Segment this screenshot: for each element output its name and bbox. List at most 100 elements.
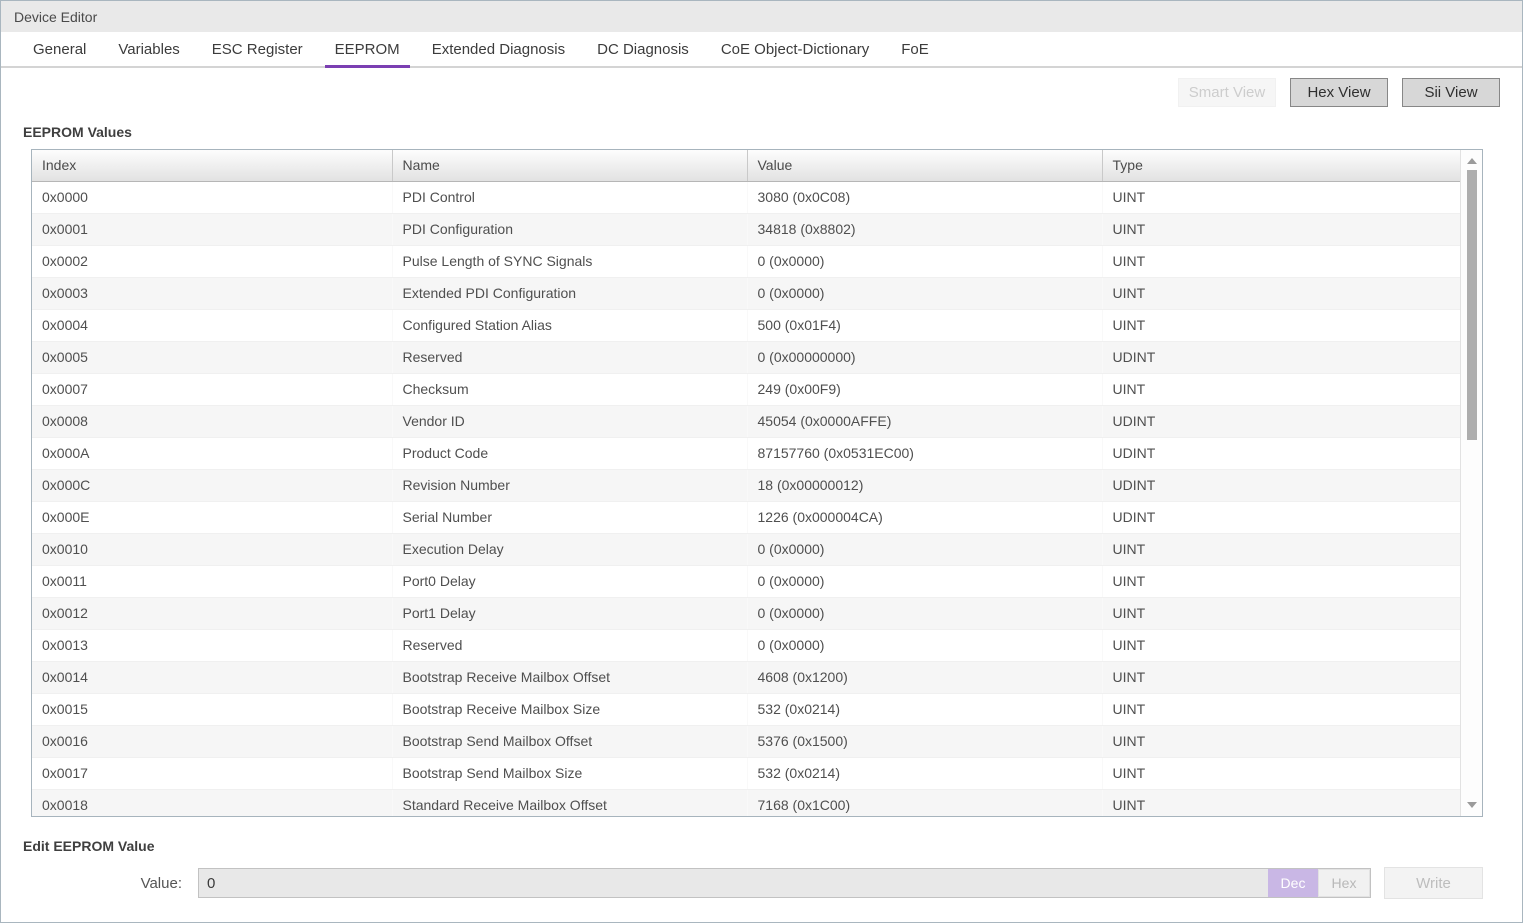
table-row[interactable]: 0x0011Port0 Delay0 (0x0000)UINT <box>32 565 1460 597</box>
column-header-index[interactable]: Index <box>32 150 392 181</box>
cell-index: 0x0002 <box>32 245 392 277</box>
cell-index: 0x0005 <box>32 341 392 373</box>
cell-value: 7168 (0x1C00) <box>747 789 1102 816</box>
cell-index: 0x0018 <box>32 789 392 816</box>
column-header-name[interactable]: Name <box>392 150 747 181</box>
tab-dc-diagnosis[interactable]: DC Diagnosis <box>581 32 705 66</box>
cell-name: Product Code <box>392 437 747 469</box>
tab-coe-object-dictionary[interactable]: CoE Object-Dictionary <box>705 32 885 66</box>
cell-index: 0x0004 <box>32 309 392 341</box>
tab-label: DC Diagnosis <box>597 41 689 58</box>
cell-name: Bootstrap Send Mailbox Offset <box>392 725 747 757</box>
cell-type: UINT <box>1102 693 1460 725</box>
cell-index: 0x0003 <box>32 277 392 309</box>
cell-name: Configured Station Alias <box>392 309 747 341</box>
table-row[interactable]: 0x0000PDI Control3080 (0x0C08)UINT <box>32 181 1460 213</box>
table-row[interactable]: 0x0018Standard Receive Mailbox Offset716… <box>32 789 1460 816</box>
tab-label: EEPROM <box>335 41 400 58</box>
cell-type: UINT <box>1102 597 1460 629</box>
cell-value: 4608 (0x1200) <box>747 661 1102 693</box>
tab-foe[interactable]: FoE <box>885 32 945 66</box>
table-row[interactable]: 0x000CRevision Number18 (0x00000012)UDIN… <box>32 469 1460 501</box>
cell-type: UDINT <box>1102 437 1460 469</box>
tab-label: General <box>33 41 86 58</box>
table-row[interactable]: 0x0014Bootstrap Receive Mailbox Offset46… <box>32 661 1460 693</box>
cell-name: Vendor ID <box>392 405 747 437</box>
table-row[interactable]: 0x0002Pulse Length of SYNC Signals0 (0x0… <box>32 245 1460 277</box>
cell-type: UINT <box>1102 533 1460 565</box>
cell-type: UDINT <box>1102 501 1460 533</box>
table-row[interactable]: 0x000AProduct Code87157760 (0x0531EC00)U… <box>32 437 1460 469</box>
hex-toggle-button[interactable]: Hex <box>1318 869 1370 897</box>
cell-index: 0x0011 <box>32 565 392 597</box>
eeprom-values-title: EEPROM Values <box>23 124 1522 140</box>
value-input[interactable] <box>199 869 1268 897</box>
cell-type: UINT <box>1102 213 1460 245</box>
cell-index: 0x0008 <box>32 405 392 437</box>
cell-type: UINT <box>1102 373 1460 405</box>
cell-value: 0 (0x0000) <box>747 629 1102 661</box>
cell-index: 0x000A <box>32 437 392 469</box>
cell-name: Reserved <box>392 629 747 661</box>
cell-value: 45054 (0x0000AFFE) <box>747 405 1102 437</box>
vertical-scrollbar[interactable] <box>1460 150 1482 816</box>
cell-name: Bootstrap Receive Mailbox Offset <box>392 661 747 693</box>
table-row[interactable]: 0x0013Reserved0 (0x0000)UINT <box>32 629 1460 661</box>
dec-toggle-button[interactable]: Dec <box>1268 869 1318 897</box>
write-button: Write <box>1384 867 1483 899</box>
table-row[interactable]: 0x0017Bootstrap Send Mailbox Size532 (0x… <box>32 757 1460 789</box>
column-header-value[interactable]: Value <box>747 150 1102 181</box>
edit-eeprom-value-row: Value: Dec Hex Write <box>1 867 1522 899</box>
cell-type: UINT <box>1102 245 1460 277</box>
smart-view-button: Smart View <box>1178 78 1276 107</box>
table-row[interactable]: 0x0007Checksum249 (0x00F9)UINT <box>32 373 1460 405</box>
cell-type: UINT <box>1102 565 1460 597</box>
cell-index: 0x0014 <box>32 661 392 693</box>
tab-label: Extended Diagnosis <box>432 41 565 58</box>
cell-name: Port1 Delay <box>392 597 747 629</box>
table-row[interactable]: 0x0003Extended PDI Configuration0 (0x000… <box>32 277 1460 309</box>
cell-index: 0x000C <box>32 469 392 501</box>
scrollbar-down-icon[interactable] <box>1467 802 1477 808</box>
tab-esc-register[interactable]: ESC Register <box>196 32 319 66</box>
cell-value: 0 (0x0000) <box>747 277 1102 309</box>
sii-view-button[interactable]: Sii View <box>1402 78 1500 107</box>
tab-general[interactable]: General <box>17 32 102 66</box>
cell-index: 0x0001 <box>32 213 392 245</box>
cell-value: 18 (0x00000012) <box>747 469 1102 501</box>
hex-view-button[interactable]: Hex View <box>1290 78 1388 107</box>
table-row[interactable]: 0x0005Reserved0 (0x00000000)UDINT <box>32 341 1460 373</box>
tab-bar: General Variables ESC Register EEPROM Extend… <box>1 32 1522 68</box>
cell-value: 87157760 (0x0531EC00) <box>747 437 1102 469</box>
table-row[interactable]: 0x0004Configured Station Alias500 (0x01F… <box>32 309 1460 341</box>
table-row[interactable]: 0x0016Bootstrap Send Mailbox Offset5376 … <box>32 725 1460 757</box>
cell-name: PDI Configuration <box>392 213 747 245</box>
cell-value: 0 (0x00000000) <box>747 341 1102 373</box>
table-row[interactable]: 0x0012Port1 Delay0 (0x0000)UINT <box>32 597 1460 629</box>
eeprom-values-table: IndexNameValueType 0x0000PDI Control3080… <box>31 149 1483 817</box>
window-title: Device Editor <box>14 9 97 25</box>
device-editor-window: Device Editor General Variables ESC Regist… <box>0 0 1523 923</box>
tab-extended-diagnosis[interactable]: Extended Diagnosis <box>416 32 581 66</box>
tab-label: ESC Register <box>212 41 303 58</box>
cell-name: Reserved <box>392 341 747 373</box>
tab-eeprom[interactable]: EEPROM <box>319 32 416 66</box>
scrollbar-up-icon[interactable] <box>1467 158 1477 164</box>
cell-type: UINT <box>1102 725 1460 757</box>
scrollbar-thumb[interactable] <box>1467 170 1477 440</box>
table-row[interactable]: 0x0008Vendor ID45054 (0x0000AFFE)UDINT <box>32 405 1460 437</box>
cell-type: UDINT <box>1102 469 1460 501</box>
cell-index: 0x000E <box>32 501 392 533</box>
column-header-type[interactable]: Type <box>1102 150 1460 181</box>
cell-type: UDINT <box>1102 405 1460 437</box>
table-row[interactable]: 0x0010Execution Delay0 (0x0000)UINT <box>32 533 1460 565</box>
value-input-group: Dec Hex <box>198 868 1371 898</box>
cell-value: 34818 (0x8802) <box>747 213 1102 245</box>
tab-variables[interactable]: Variables <box>102 32 195 66</box>
table-row[interactable]: 0x0001PDI Configuration34818 (0x8802)UIN… <box>32 213 1460 245</box>
table-header-row: IndexNameValueType <box>32 150 1460 181</box>
cell-value: 1226 (0x000004CA) <box>747 501 1102 533</box>
cell-value: 0 (0x0000) <box>747 245 1102 277</box>
table-row[interactable]: 0x000ESerial Number1226 (0x000004CA)UDIN… <box>32 501 1460 533</box>
table-row[interactable]: 0x0015Bootstrap Receive Mailbox Size532 … <box>32 693 1460 725</box>
